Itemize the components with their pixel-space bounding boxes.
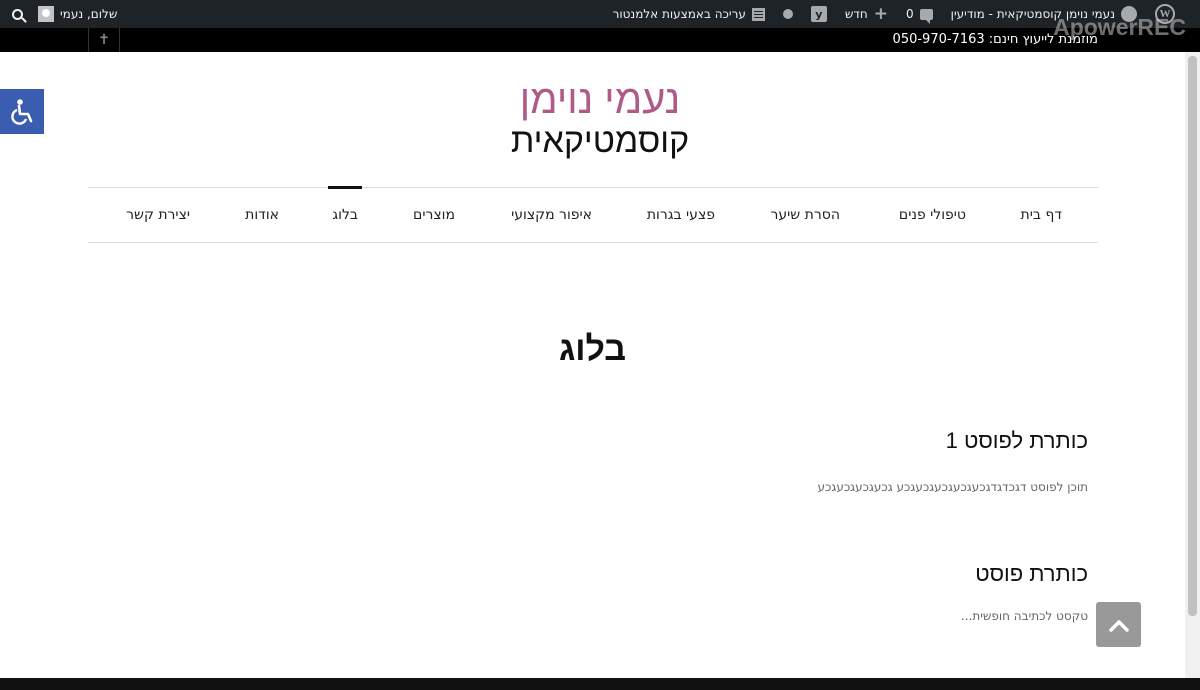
scrollbar-thumb[interactable] [1188, 56, 1197, 616]
elementor-icon [751, 7, 765, 21]
back-to-top-button[interactable] [1096, 602, 1141, 647]
comments-menu[interactable]: 0 [897, 0, 942, 28]
post-title[interactable]: כותרת פוסט [975, 561, 1088, 587]
nav-item-about[interactable]: אודות [245, 188, 279, 242]
comments-count: 0 [906, 7, 914, 21]
accessibility-button[interactable] [0, 89, 44, 134]
bottom-bar [0, 678, 1200, 690]
avatar [38, 6, 54, 22]
plus-icon: + [873, 3, 889, 24]
status-dot-icon [782, 9, 793, 19]
nav-item-acne[interactable]: פצעי בגרות [647, 188, 715, 242]
logo-subtitle: קוסמטיקאית [510, 122, 690, 160]
main-navigation: דף בית טיפולי פנים הסרת שיער פצעי בגרות … [88, 186, 1098, 243]
wp-admin-bar: W נעמי נוימן קוסמטיקאית - מודיעין 0 + חד… [0, 0, 1200, 28]
greeting: שלום, נעמי [60, 7, 118, 21]
search-icon[interactable] [12, 8, 23, 20]
contact-text: מוזמנת לייעוץ חינם: 050-970-7163 [892, 32, 1098, 47]
nav-item-hair-removal[interactable]: הסרת שיער [770, 188, 840, 242]
post-excerpt: טקסט לכתיבה חופשית... [960, 609, 1088, 623]
yoast-menu[interactable]: y [802, 0, 836, 28]
wheelchair-icon [11, 98, 33, 125]
site-name-menu[interactable]: נעמי נוימן קוסמטיקאית - מודיעין [942, 0, 1146, 28]
account-menu[interactable]: שלום, נעמי [29, 0, 126, 28]
nav-item-contact[interactable]: יצירת קשר [126, 188, 190, 242]
nav-item-home[interactable]: דף בית [1021, 188, 1062, 242]
nav-item-blog[interactable]: בלוג [328, 186, 362, 242]
logo-name: נעמי נוימן [519, 78, 681, 122]
dashboard-icon [1121, 6, 1137, 22]
seo-status-menu[interactable] [774, 0, 802, 28]
post-title[interactable]: כותרת לפוסט 1 [946, 428, 1088, 454]
page-title: בלוג [558, 330, 627, 368]
top-contact-bar: מוזמנת לייעוץ חינם: 050-970-7163 ✝ [0, 28, 1200, 52]
site-logo[interactable]: נעמי נוימן קוסמטיקאית [440, 78, 760, 160]
page-scrollbar[interactable] [1185, 52, 1200, 678]
site-name: נעמי נוימן קוסמטיקאית - מודיעין [950, 7, 1115, 21]
new-content-menu[interactable]: + חדש [836, 0, 897, 28]
post-excerpt: תוכן לפוסט דגכדגדגכעגכעגכעגכעגכע גכעגכעג… [817, 480, 1088, 494]
cross-icon[interactable]: ✝ [88, 28, 120, 52]
nav-item-products[interactable]: מוצרים [413, 188, 455, 242]
new-label: חדש [844, 7, 868, 21]
comment-icon [919, 8, 933, 24]
chevron-up-icon [1108, 619, 1129, 632]
edit-elementor-label: עריכה באמצעות אלמנטור [612, 7, 746, 21]
wordpress-logo-icon: W [1155, 4, 1175, 24]
yoast-icon: y [810, 6, 827, 22]
wordpress-menu[interactable]: W [1146, 0, 1184, 28]
edit-elementor-link[interactable]: עריכה באמצעות אלמנטור [604, 0, 774, 28]
nav-item-makeup[interactable]: איפור מקצועי [511, 188, 592, 242]
nav-item-facial-treatments[interactable]: טיפולי פנים [899, 188, 966, 242]
